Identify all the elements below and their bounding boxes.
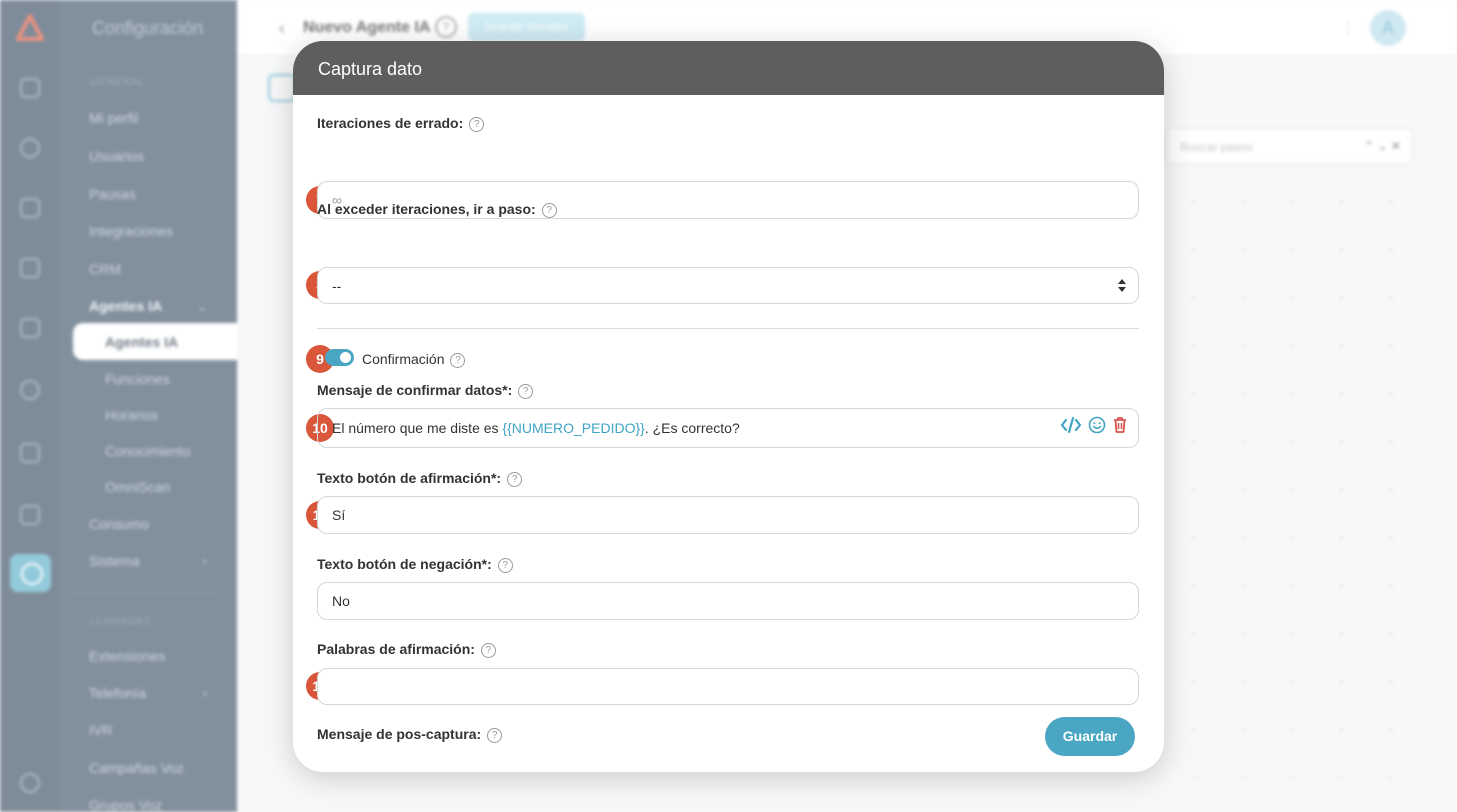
- help-icon[interactable]: ?: [497, 558, 513, 573]
- select-arrows-icon: [1118, 279, 1126, 293]
- deny-button-label: Texto botón de negación*:?: [317, 556, 513, 573]
- save-button[interactable]: Guardar: [1045, 717, 1135, 756]
- modal-header: Captura dato: [293, 41, 1164, 95]
- confirm-message-label: Mensaje de confirmar datos*:?: [317, 382, 534, 399]
- trash-icon[interactable]: [1112, 410, 1128, 448]
- code-variable-icon[interactable]: [1060, 410, 1082, 448]
- exceed-step-select[interactable]: --: [317, 267, 1139, 304]
- affirm-button-input[interactable]: Sí: [317, 496, 1139, 534]
- affirm-words-label: Palabras de afirmación:?: [317, 641, 496, 658]
- help-icon[interactable]: ?: [518, 384, 534, 399]
- confirm-message-input[interactable]: El número que me diste es {{NUMERO_PEDID…: [317, 408, 1139, 448]
- help-icon[interactable]: ?: [480, 643, 496, 658]
- variable-token[interactable]: {{NUMERO_PEDIDO}}: [502, 420, 644, 436]
- section-divider: [317, 328, 1139, 329]
- confirmation-label: Confirmación?: [362, 351, 466, 368]
- confirmation-toggle[interactable]: [325, 349, 354, 366]
- message-actions: [1060, 416, 1128, 439]
- help-icon[interactable]: ?: [469, 117, 485, 132]
- capture-data-modal: Captura dato Iteraciones de errado:? 7 ∞…: [293, 41, 1164, 772]
- modal-title: Captura dato: [318, 59, 423, 79]
- deny-button-input[interactable]: No: [317, 582, 1139, 620]
- help-icon[interactable]: ?: [541, 203, 557, 218]
- iterations-label: Iteraciones de errado:?: [317, 115, 485, 132]
- affirm-button-label: Texto botón de afirmación*:?: [317, 470, 523, 487]
- affirm-words-input[interactable]: [317, 668, 1139, 705]
- emoji-icon[interactable]: [1088, 410, 1106, 448]
- help-icon[interactable]: ?: [450, 353, 466, 368]
- help-icon[interactable]: ?: [507, 472, 523, 487]
- help-icon[interactable]: ?: [487, 728, 503, 743]
- post-capture-label: Mensaje de pos-captura:?: [317, 726, 503, 743]
- exceed-step-label: Al exceder iteraciones, ir a paso:?: [317, 201, 557, 218]
